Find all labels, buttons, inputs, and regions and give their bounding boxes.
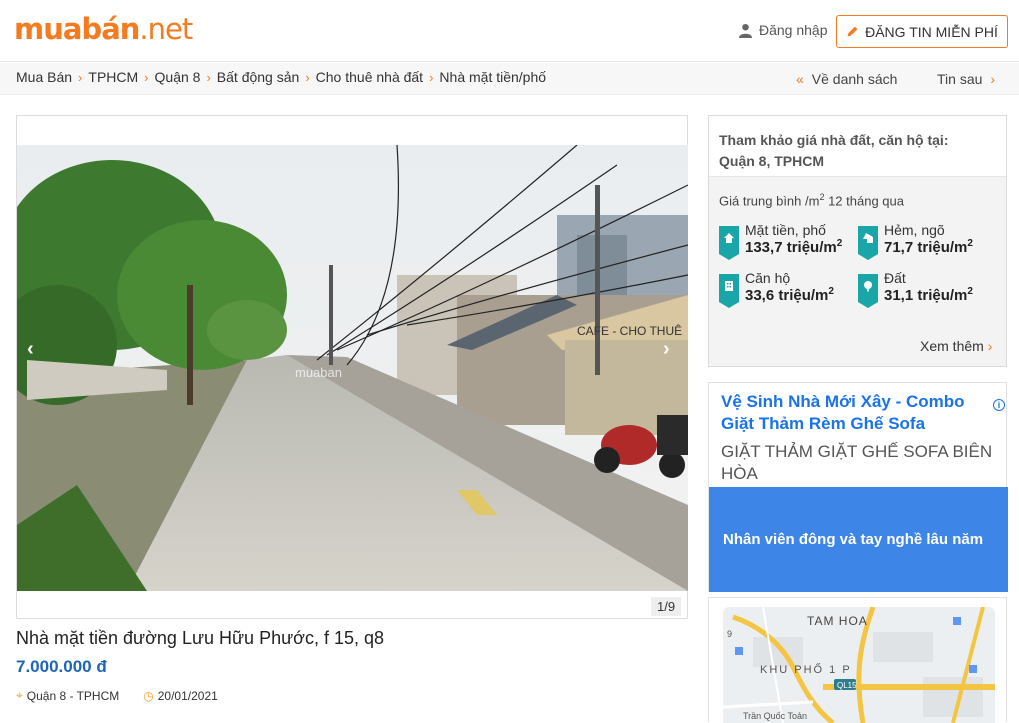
user-icon	[738, 23, 753, 38]
chevron-right-icon: ›	[78, 69, 83, 85]
building-icon	[719, 274, 739, 308]
tree-icon	[858, 274, 878, 308]
date-text: 20/01/2021	[157, 688, 218, 703]
listing-price: 7.000.000 đ	[16, 657, 107, 676]
unit-exponent: 2	[967, 238, 973, 249]
chevron-right-icon: ›	[144, 69, 149, 85]
price-reference-heading-line2: Quận 8, TPHCM	[719, 153, 825, 169]
watermark-text: muaban	[295, 365, 342, 380]
location-text: Quận 8 - TPHCM	[26, 688, 120, 703]
price-reference-box: Tham khảo giá nhà đất, căn hộ tại: Quận …	[708, 115, 1007, 367]
map-label-ql15: QL15	[837, 681, 857, 690]
photo-gallery: CAFE - CHO THUÊ muaban ‹ ›	[16, 115, 688, 619]
back-to-list-label: Về danh sách	[811, 71, 898, 87]
unit-exponent: 2	[967, 286, 973, 297]
clock-icon: ◷	[143, 688, 154, 703]
previous-photo-button[interactable]: ‹	[27, 338, 34, 361]
map-label-number: 9	[727, 629, 732, 639]
listing-location: ⌖ Quận 8 - TPHCM	[16, 688, 119, 703]
chevron-right-icon: ›	[429, 69, 434, 85]
stat-value: 133,7 triệu/m	[745, 239, 837, 256]
map-box: TAM HOA KHU PHỐ 1 P QL15 Trần Quốc Toản …	[708, 597, 1007, 723]
map-canvas: TAM HOA KHU PHỐ 1 P QL15 Trần Quốc Toản …	[723, 607, 995, 723]
ad-info-icon[interactable]: i	[993, 399, 1005, 411]
stat-apartment[interactable]: Căn hộ 33,6 triệu/m2	[719, 270, 834, 308]
stat-street-front[interactable]: Mặt tiền, phố 133,7 triệu/m2	[719, 222, 843, 260]
avg-label-prefix: Giá trung bình /m	[719, 193, 820, 209]
breadcrumb-item[interactable]: Mua Bán	[16, 69, 72, 85]
see-more-label: Xem thêm	[920, 338, 984, 354]
average-price-label: Giá trung bình /m2 12 tháng qua	[719, 192, 904, 208]
avg-label-suffix: 12 tháng qua	[824, 193, 904, 209]
stat-label: Căn hộ	[745, 270, 791, 286]
stat-value: 33,6 triệu/m	[745, 287, 829, 304]
listing-photo[interactable]: CAFE - CHO THUÊ muaban	[17, 145, 688, 591]
see-more-link[interactable]: Xem thêm ›	[920, 338, 992, 354]
ad-title[interactable]: Vệ Sinh Nhà Mới Xây - Combo Giặt Thảm Rè…	[721, 391, 989, 435]
stat-label: Mặt tiền, phố	[745, 222, 826, 238]
unit-exponent: 2	[836, 238, 843, 249]
next-listing-label: Tin sau	[937, 71, 983, 87]
listing-title: Nhà mặt tiền đường Lưu Hữu Phước, f 15, …	[16, 628, 384, 648]
breadcrumb-item[interactable]: Bất động sản	[217, 69, 300, 85]
listing-date: ◷ 20/01/2021	[143, 688, 218, 703]
breadcrumb-item[interactable]: TPHCM	[88, 69, 138, 85]
chevron-right-icon: ›	[987, 338, 993, 354]
back-to-list-link[interactable]: « Về danh sách	[796, 71, 897, 87]
street-photo: CAFE - CHO THUÊ muaban	[17, 145, 688, 591]
login-label: Đăng nhập	[759, 22, 828, 38]
breadcrumb-item-current[interactable]: Nhà mặt tiền/phố	[439, 69, 546, 85]
stat-alley[interactable]: Hẻm, ngõ 71,7 triệu/m2	[858, 222, 973, 260]
sponsored-ad[interactable]: Vệ Sinh Nhà Mới Xây - Combo Giặt Thảm Rè…	[708, 382, 1008, 592]
chevron-right-icon: ›	[305, 69, 310, 85]
breadcrumb-item[interactable]: Quận 8	[155, 69, 201, 85]
price-reference-heading-line1: Tham khảo giá nhà đất, căn hộ tại:	[719, 132, 949, 148]
unit-exponent: 2	[828, 286, 834, 297]
price-reference-heading: Tham khảo giá nhà đất, căn hộ tại: Quận …	[709, 116, 1006, 177]
map-pin-icon: ⌖	[16, 688, 23, 702]
next-listing-link[interactable]: Tin sau ›	[937, 71, 995, 87]
ad-cta[interactable]: Nhân viên đông và tay nghề lâu năm	[709, 487, 1008, 592]
ad-subtitle: GIẶT THẢM GIẶT GHẾ SOFA BIÊN HÒA	[721, 442, 993, 483]
stat-value: 71,7 triệu/m	[884, 239, 968, 256]
site-header: muabán.net Đăng nhập ĐĂNG TIN MIỄN PHÍ	[0, 0, 1019, 62]
breadcrumb: Mua Bán › TPHCM › Quận 8 › Bất động sản › Ch…	[16, 69, 546, 85]
post-button-label: ĐĂNG TIN MIỄN PHÍ	[865, 23, 998, 40]
pencil-icon	[847, 26, 858, 37]
stat-label: Đất	[884, 270, 906, 286]
breadcrumb-item[interactable]: Cho thuê nhà đất	[316, 69, 423, 85]
breadcrumb-bar: Mua Bán › TPHCM › Quận 8 › Bất động sản › Ch…	[0, 63, 1019, 95]
photo-counter: 1/9	[651, 597, 682, 616]
house-icon	[719, 226, 739, 260]
stat-label: Hẻm, ngõ	[884, 222, 945, 238]
site-logo[interactable]: muabán.net	[14, 12, 193, 46]
shop-sign-text: CAFE - CHO THUÊ	[577, 323, 682, 338]
map-label-street: Trần Quốc Toản	[743, 711, 807, 721]
next-photo-button[interactable]: ›	[663, 338, 670, 361]
chevron-right-icon: ›	[990, 71, 996, 87]
map-label-khu-pho: KHU PHỐ 1 P	[760, 662, 852, 676]
stat-value: 31,1 triệu/m	[884, 287, 968, 304]
chevron-right-icon: ›	[206, 69, 211, 85]
login-link[interactable]: Đăng nhập	[738, 22, 828, 38]
map-label-tam-hoa: TAM HOA	[807, 614, 868, 628]
stat-land[interactable]: Đất 31,1 triệu/m2	[858, 270, 973, 308]
location-map[interactable]: TAM HOA KHU PHỐ 1 P QL15 Trần Quốc Toản …	[723, 607, 995, 723]
post-free-listing-button[interactable]: ĐĂNG TIN MIỄN PHÍ	[836, 15, 1008, 48]
listing-meta: ⌖ Quận 8 - TPHCM ◷ 20/01/2021	[16, 688, 218, 703]
double-chevron-left-icon: «	[796, 71, 804, 87]
alley-house-icon	[858, 226, 878, 260]
logo-main: muabán	[14, 12, 140, 46]
logo-tld: .net	[139, 12, 193, 46]
